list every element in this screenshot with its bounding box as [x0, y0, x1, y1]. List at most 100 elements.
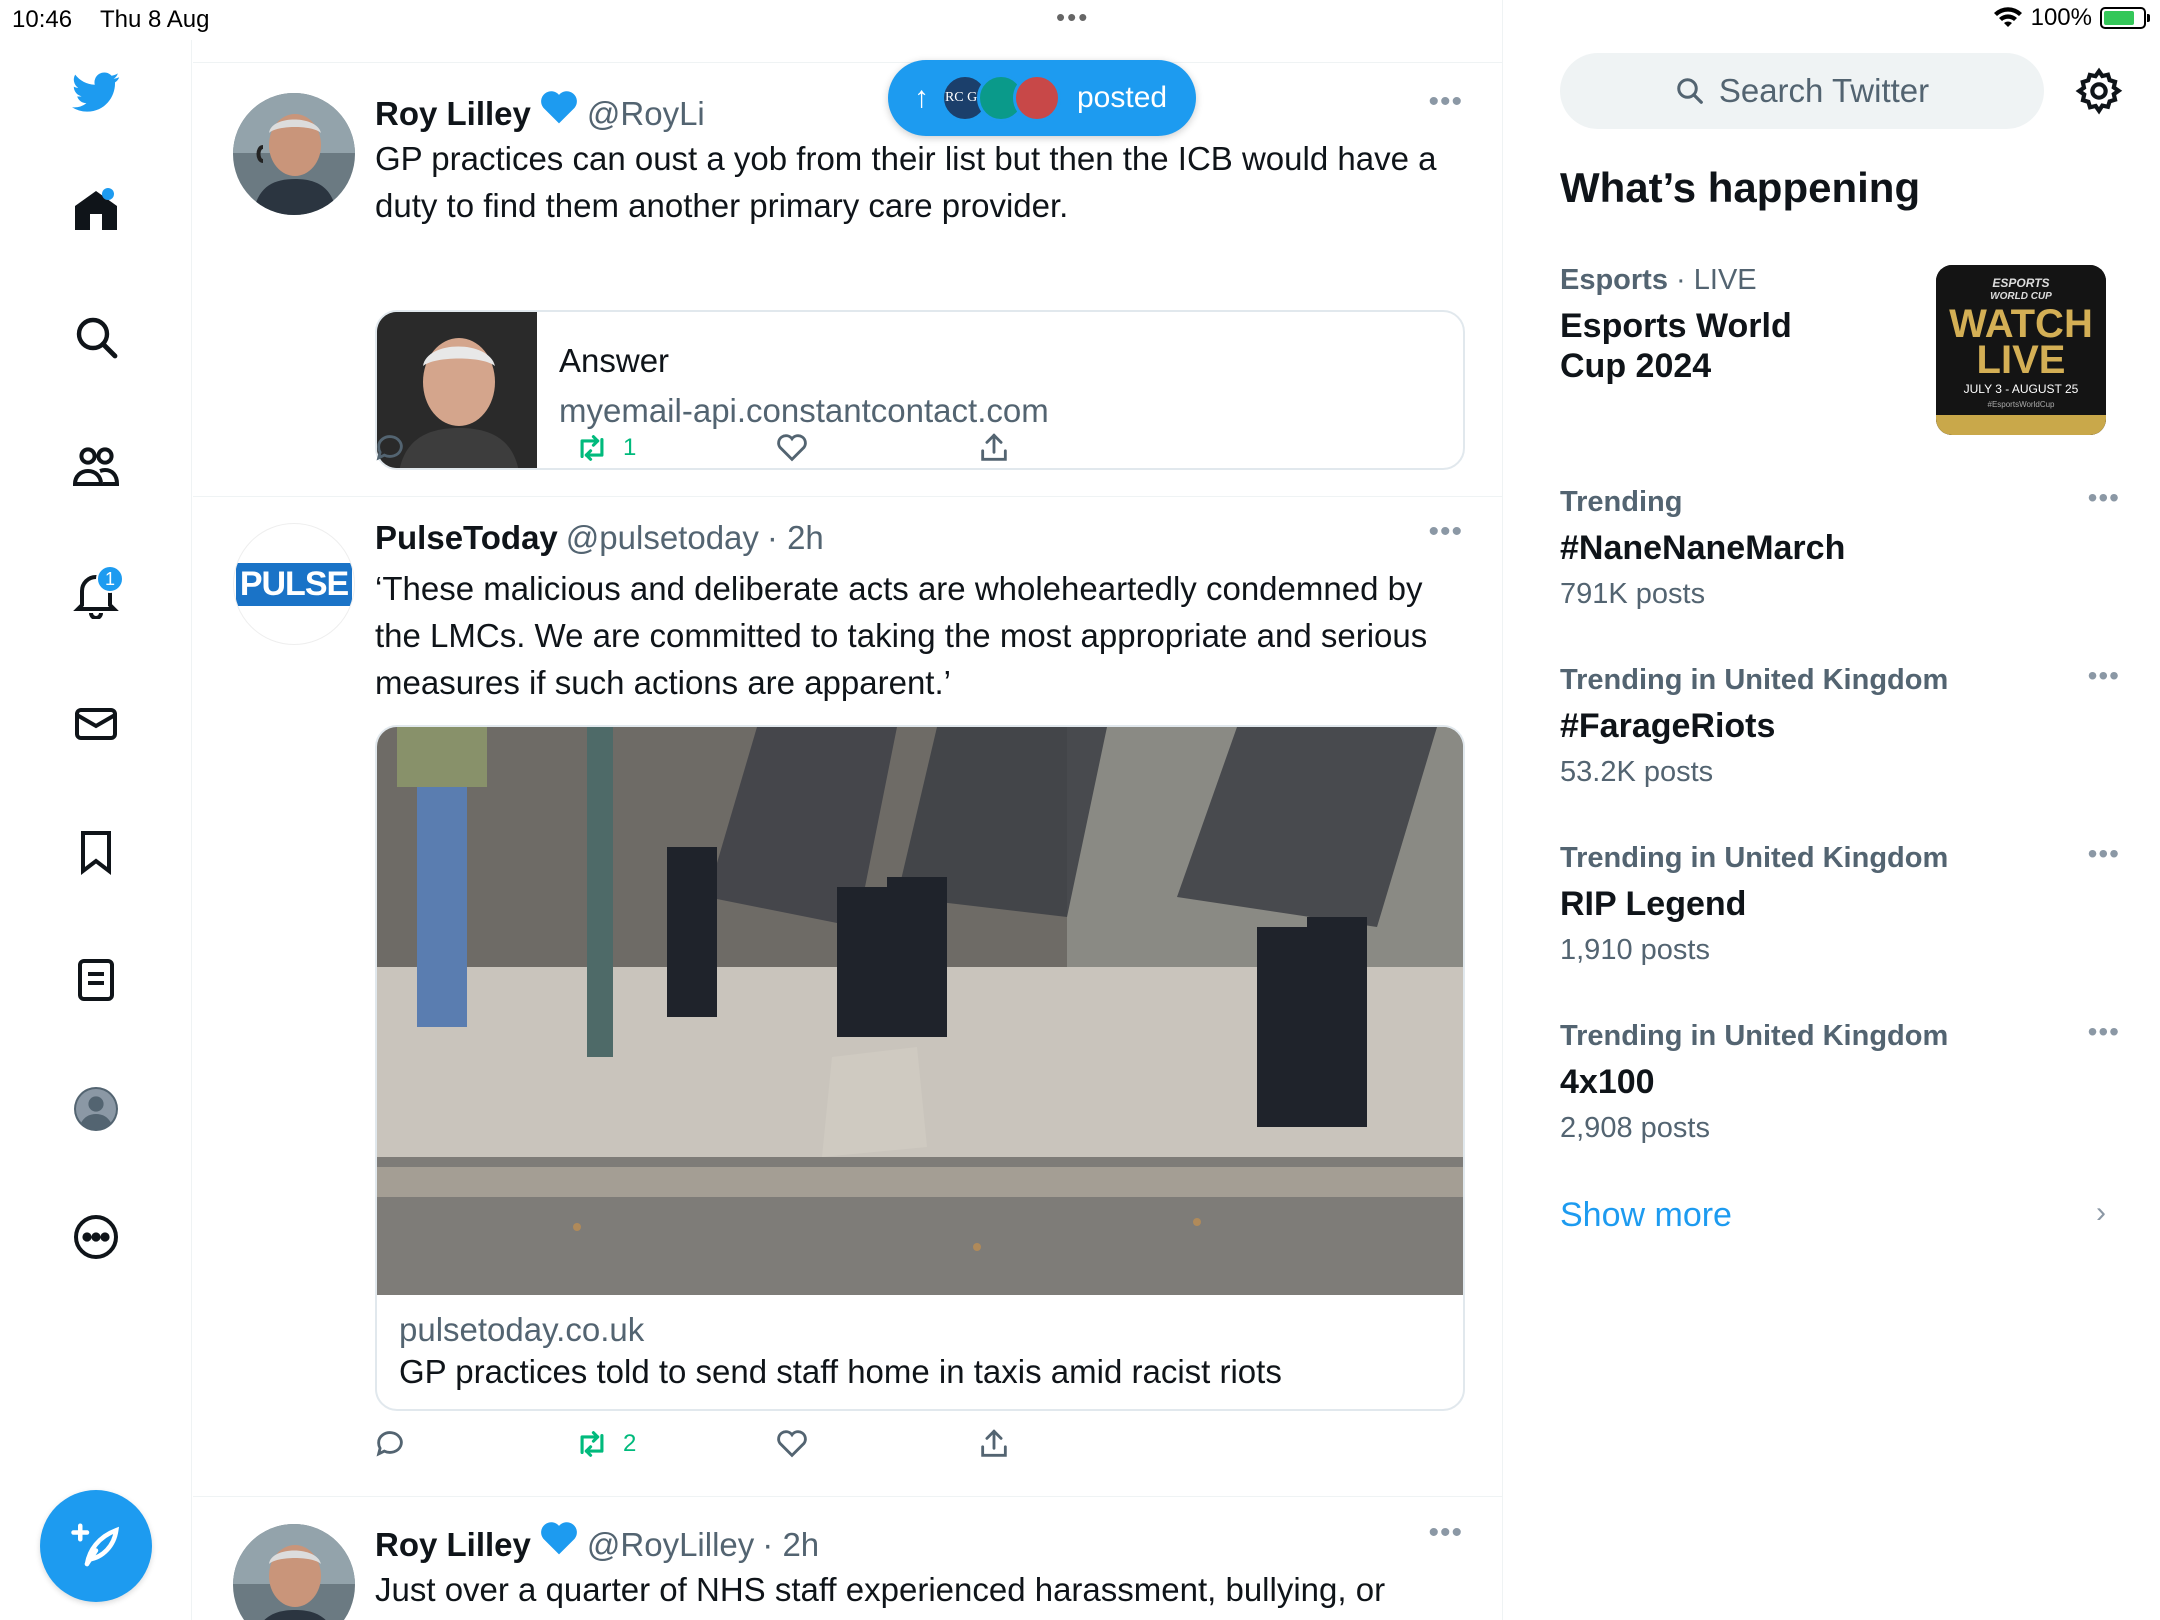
- tweet-more-options-icon[interactable]: •••: [1428, 1516, 1463, 1550]
- tweet-avatar[interactable]: [233, 1524, 355, 1620]
- share-button[interactable]: [977, 1427, 1011, 1461]
- trend-category: Trending in United Kingdom: [1560, 1020, 1949, 1052]
- share-icon: [981, 433, 1007, 461]
- nav-messages-icon[interactable]: [64, 692, 128, 756]
- tweet-author-handle[interactable]: @RoyLi: [587, 95, 705, 133]
- trend-post-count: 2,908 posts: [1560, 1112, 1710, 1144]
- trend-more-options-icon[interactable]: •••: [2088, 838, 2120, 870]
- tweet-author-name[interactable]: PulseToday: [375, 519, 558, 557]
- trend-item[interactable]: Trending #NaneNaneMarch 791K posts •••: [1560, 482, 2120, 611]
- share-icon: [981, 1429, 1007, 1457]
- trend-item[interactable]: Trending in United Kingdom RIP Legend 1,…: [1560, 838, 2120, 967]
- tweet-header: PulseToday @pulsetoday · 2h: [375, 519, 824, 557]
- search-placeholder: Search Twitter: [1718, 72, 1930, 109]
- featured-img-live: LIVE: [1977, 338, 2066, 382]
- nav-more-icon[interactable]: [64, 1205, 128, 1269]
- search-input[interactable]: Search Twitter: [1560, 53, 2044, 129]
- tweet-author-handle[interactable]: @RoyLilley: [587, 1526, 754, 1564]
- tweet-author-name[interactable]: Roy Lilley: [375, 1526, 531, 1564]
- nav-bookmarks-icon[interactable]: [64, 820, 128, 884]
- verified-heart-icon: [541, 91, 577, 124]
- like-button[interactable]: [775, 1427, 809, 1461]
- retweet-button[interactable]: 1: [575, 431, 636, 465]
- nav-communities-icon[interactable]: [64, 434, 128, 498]
- featured-title: Esports World Cup 2024: [1560, 307, 1792, 385]
- pill-avatar: [1013, 74, 1061, 122]
- featured-img-dates: JULY 3 - AUGUST 25: [1964, 382, 2079, 396]
- trend-post-count: 53.2K posts: [1560, 756, 1714, 788]
- trend-post-count: 791K posts: [1560, 578, 1706, 610]
- compose-tweet-button[interactable]: [40, 1490, 152, 1602]
- featured-thumbnail: ESPORTS WORLD CUP WATCH LIVE JULY 3 - AU…: [1936, 265, 2106, 435]
- nav-notifications-icon[interactable]: 1: [64, 563, 128, 627]
- timeline-feed[interactable]: Roy Lilley @RoyLi ••• GP practices can o…: [193, 0, 1503, 1620]
- article-card-title: GP practices told to send staff home in …: [399, 1353, 1282, 1390]
- article-card[interactable]: pulsetoday.co.uk GP practices told to se…: [375, 725, 1465, 1411]
- twitter-logo-icon[interactable]: [64, 60, 128, 124]
- trend-category: Trending in United Kingdom: [1560, 664, 1949, 696]
- retweet-button[interactable]: 2: [575, 1427, 636, 1461]
- status-time: 10:46: [12, 6, 73, 33]
- nav-lists-icon[interactable]: [64, 948, 128, 1012]
- featured-img-tag: #EsportsWorldCup: [1988, 400, 2056, 409]
- pulse-logo: PULSE: [235, 562, 353, 606]
- tweet-author-handle[interactable]: @pulsetoday: [566, 519, 759, 557]
- reply-icon: [376, 435, 403, 461]
- trend-name: #FarageRiots: [1560, 707, 1776, 745]
- tweet-timestamp[interactable]: · 2h: [767, 519, 824, 557]
- pill-label: posted: [1077, 81, 1168, 114]
- reply-button[interactable]: [373, 1427, 407, 1461]
- tweet-actions: 2: [375, 1427, 1275, 1467]
- share-button[interactable]: [977, 431, 1011, 465]
- nav-profile-avatar-icon[interactable]: [64, 1077, 128, 1141]
- article-card-image: [377, 727, 1463, 1295]
- heart-icon: [777, 434, 807, 462]
- featured-live-status: · LIVE: [1676, 264, 1757, 296]
- retweet-icon: [580, 435, 604, 461]
- tweet-actions: 1: [375, 431, 1275, 471]
- featured-category: Esports · LIVE: [1560, 264, 1757, 297]
- tweet[interactable]: PULSE PulseToday @pulsetoday · 2h ••• ‘T…: [193, 497, 1502, 1497]
- nav-home-icon[interactable]: [64, 178, 128, 242]
- trend-item[interactable]: Trending in United Kingdom #FarageRiots …: [1560, 660, 2120, 789]
- tweet-more-options-icon[interactable]: •••: [1428, 515, 1463, 549]
- whats-happening-title: What’s happening: [1560, 164, 1921, 211]
- tweet[interactable]: Roy Lilley @RoyLilley · 2h ••• Just over…: [193, 1498, 1502, 1620]
- tweet-text: ‘These malicious and deliberate acts are…: [375, 570, 1428, 701]
- tweet-more-options-icon[interactable]: •••: [1428, 85, 1463, 119]
- link-card-domain: myemail-api.constantcontact.com: [559, 392, 1049, 429]
- trend-category: Trending in United Kingdom: [1560, 842, 1949, 874]
- arrow-up-icon: ↑: [914, 81, 929, 114]
- tweet-header: Roy Lilley @RoyLi: [375, 89, 705, 133]
- heart-icon: [777, 1430, 807, 1458]
- retweet-count: 1: [623, 434, 637, 461]
- trend-item[interactable]: Trending in United Kingdom 4x100 2,908 p…: [1560, 1016, 2120, 1145]
- retweet-icon: [580, 1431, 604, 1457]
- retweet-count: 2: [623, 1430, 637, 1457]
- trend-more-options-icon[interactable]: •••: [2088, 660, 2120, 692]
- nav-explore-icon[interactable]: [64, 305, 128, 369]
- verified-heart-icon: [541, 1522, 577, 1555]
- reply-button[interactable]: [373, 431, 407, 465]
- settings-gear-icon[interactable]: [2074, 66, 2124, 116]
- trend-name: 4x100: [1560, 1063, 1655, 1101]
- show-more-link[interactable]: Show more: [1560, 1196, 1732, 1235]
- article-card-domain: pulsetoday.co.uk: [399, 1311, 645, 1348]
- trend-more-options-icon[interactable]: •••: [2088, 482, 2120, 514]
- trend-name: #NaneNaneMarch: [1560, 529, 1846, 567]
- tweet-avatar[interactable]: [233, 93, 355, 215]
- tweet-text: GP practices can oust a yob from their l…: [375, 140, 1437, 224]
- tweet-timestamp[interactable]: · 2h: [762, 1526, 819, 1564]
- right-sidebar: Search Twitter What’s happening Esports …: [1504, 0, 2160, 1620]
- like-button[interactable]: [775, 431, 809, 465]
- tweet[interactable]: Roy Lilley @RoyLi ••• GP practices can o…: [193, 63, 1502, 497]
- tweet-avatar[interactable]: PULSE: [233, 523, 355, 645]
- tweet-text: Just over a quarter of NHS staff experie…: [375, 1571, 1386, 1608]
- feather-plus-icon: [71, 1523, 120, 1567]
- new-posts-pill[interactable]: ↑ RC GP posted: [888, 60, 1196, 136]
- trend-more-options-icon[interactable]: •••: [2088, 1016, 2120, 1048]
- chevron-right-icon: ›: [2096, 1196, 2106, 1229]
- home-unread-dot: [102, 188, 114, 200]
- trend-category: Trending: [1560, 486, 1683, 518]
- tweet-author-name[interactable]: Roy Lilley: [375, 95, 531, 133]
